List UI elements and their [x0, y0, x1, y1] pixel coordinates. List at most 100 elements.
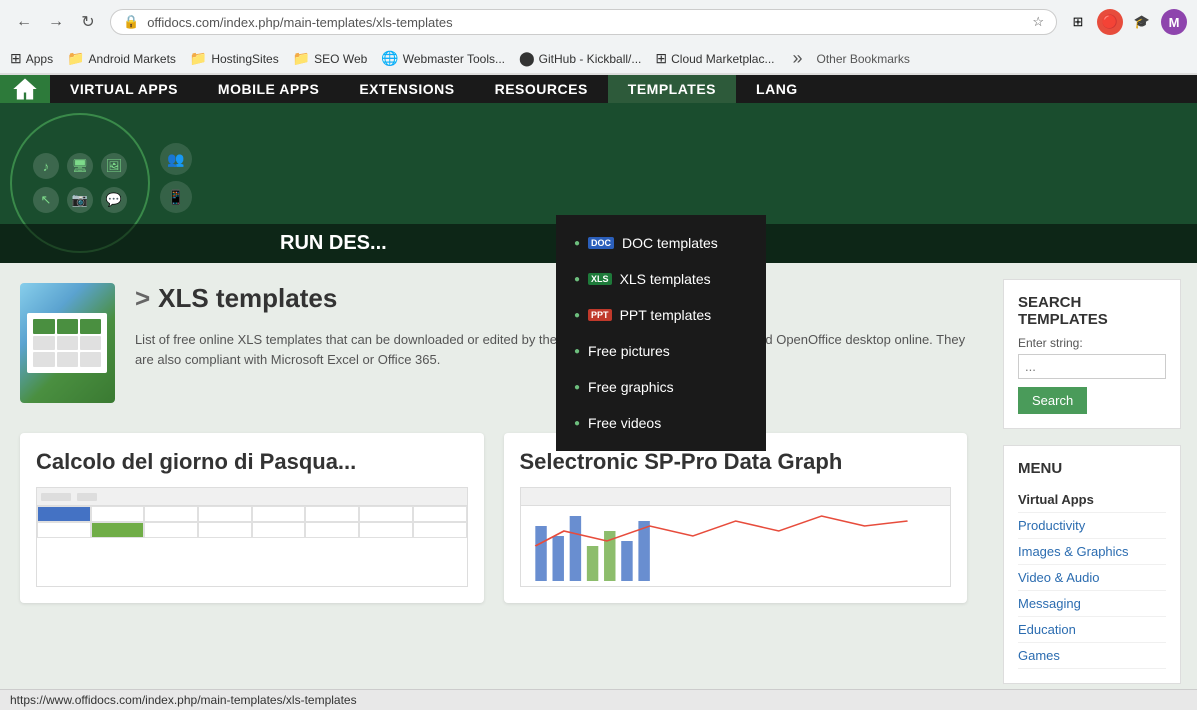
menu-title: MENU [1018, 460, 1166, 477]
bookmark-hosting[interactable]: 📁 HostingSites [190, 50, 279, 67]
bookmark-cloud-label: Cloud Marketplac... [671, 52, 774, 66]
extension-grid-icon[interactable]: ⊞ [1065, 9, 1091, 35]
cell-h3 [80, 319, 101, 334]
sp-cell [359, 506, 413, 522]
cell-6 [80, 352, 101, 367]
sp-cell [305, 506, 359, 522]
search-button[interactable]: Search [1018, 387, 1087, 414]
card-selectronic-thumbnail [520, 487, 952, 587]
apps-grid-icon: ⊞ [10, 50, 22, 67]
folder-icon-seo: 📁 [293, 50, 310, 67]
refresh-button[interactable]: ↻ [74, 8, 102, 36]
more-bookmarks-button[interactable]: » [793, 48, 803, 69]
dot-icon-xls: ● [574, 274, 580, 285]
search-enter-label: Enter string: [1018, 336, 1166, 350]
dropdown-videos-label: Free videos [588, 415, 661, 431]
bookmark-webmaster[interactable]: 🌐 Webmaster Tools... [381, 50, 505, 67]
dropdown-ppt-templates[interactable]: ● PPT PPT templates [556, 297, 766, 333]
hero-icon-cursor: ↖ [33, 187, 59, 213]
card-calcolo[interactable]: Calcolo del giorno di Pasqua... [20, 433, 484, 603]
sp-cells-1 [37, 506, 467, 586]
sp-cell [359, 522, 413, 538]
profile-icon[interactable]: M [1161, 9, 1187, 35]
extension-badge-icon[interactable]: 🔴 [1097, 9, 1123, 35]
sp-cell [252, 522, 306, 538]
dropdown-free-videos[interactable]: ● Free videos [556, 405, 766, 441]
bookmark-seo-label: SEO Web [314, 52, 367, 66]
cell-3 [80, 336, 101, 351]
sidebar-item-education[interactable]: Education [1018, 617, 1166, 643]
forward-button[interactable]: → [42, 8, 70, 36]
dropdown-free-graphics[interactable]: ● Free graphics [556, 369, 766, 405]
bookmark-github[interactable]: ⬤ GitHub - Kickball/... [519, 50, 641, 67]
sidebar-item-virtual-apps[interactable]: Virtual Apps [1018, 487, 1166, 513]
browser-toolbar: ← → ↻ 🔒 offidocs.com/index.php/main-temp… [0, 0, 1197, 44]
card-selectronic[interactable]: Selectronic SP-Pro Data Graph [504, 433, 968, 603]
bookmark-github-label: GitHub - Kickball/... [539, 52, 642, 66]
search-templates-title: SEARCH TEMPLATES [1018, 294, 1166, 328]
sp-cell [91, 506, 145, 522]
dot-icon-graphics: ● [574, 382, 580, 393]
cell-h1 [33, 319, 54, 334]
extension-hat-icon[interactable]: 🎓 [1129, 9, 1155, 35]
sidebar-item-productivity[interactable]: Productivity [1018, 513, 1166, 539]
cell-h2 [57, 319, 78, 334]
bookmark-seo[interactable]: 📁 SEO Web [293, 50, 368, 67]
sidebar-item-video-audio[interactable]: Video & Audio [1018, 565, 1166, 591]
dropdown-graphics-label: Free graphics [588, 379, 674, 395]
sp-toolbar-btn2 [77, 493, 97, 501]
sidebar-item-images-graphics[interactable]: Images & Graphics [1018, 539, 1166, 565]
sp-cell [252, 506, 306, 522]
sp-toolbar-2 [521, 488, 951, 506]
nav-lang[interactable]: LANG [736, 75, 818, 103]
hero-icons-grid: ♪ 🖥 🖼 ↖ 📷 💬 [33, 153, 127, 213]
sidebar-item-messaging[interactable]: Messaging [1018, 591, 1166, 617]
bookmark-hosting-label: HostingSites [211, 52, 278, 66]
nav-mobile-apps[interactable]: MOBILE APPS [198, 75, 339, 103]
page-header-area: XLS templates List of free online XLS te… [20, 283, 967, 423]
nav-resources[interactable]: RESOURCES [475, 75, 608, 103]
other-bookmarks-label[interactable]: Other Bookmarks [817, 52, 910, 66]
sp-cell-blue [37, 506, 91, 522]
templates-dropdown: ● DOC DOC templates ● XLS XLS templates … [556, 215, 766, 451]
bookmark-apps[interactable]: ⊞ Apps [10, 50, 53, 67]
dot-icon: ● [574, 238, 580, 249]
page-title: XLS templates [135, 283, 967, 314]
sp-cell [144, 522, 198, 538]
nav-virtual-apps[interactable]: VIRTUAL APPS [50, 75, 198, 103]
dropdown-xls-templates[interactable]: ● XLS XLS templates [556, 261, 766, 297]
card-grid: Calcolo del giorno di Pasqua... [20, 433, 967, 603]
nav-buttons: ← → ↻ [10, 8, 102, 36]
home-button[interactable] [0, 75, 50, 103]
sp-cell-green [91, 522, 145, 538]
xls-file-icon [20, 283, 115, 403]
dot-icon-videos: ● [574, 418, 580, 429]
bookmark-apps-label: Apps [26, 52, 53, 66]
sp-cell [198, 506, 252, 522]
hero-icon-chat: 💬 [101, 187, 127, 213]
back-button[interactable]: ← [10, 8, 38, 36]
bookmark-android[interactable]: 📁 Android Markets [67, 50, 176, 67]
dropdown-free-pictures[interactable]: ● Free pictures [556, 333, 766, 369]
url-text[interactable]: offidocs.com/index.php/main-templates/xl… [147, 15, 1024, 30]
hero-icon-camera: 📷 [67, 187, 93, 213]
doc-tag: DOC [588, 237, 614, 249]
dropdown-doc-label: DOC templates [622, 235, 718, 251]
nav-templates[interactable]: TEMPLATES [608, 75, 736, 103]
nav-extensions[interactable]: EXTENSIONS [339, 75, 474, 103]
bookmark-cloud[interactable]: ⊞ Cloud Marketplac... [655, 50, 774, 67]
sidebar-item-games[interactable]: Games [1018, 643, 1166, 669]
hero-icon-monitor: 🖥 [67, 153, 93, 179]
dropdown-pictures-label: Free pictures [588, 343, 670, 359]
dropdown-doc-templates[interactable]: ● DOC DOC templates [556, 225, 766, 261]
address-bar[interactable]: 🔒 offidocs.com/index.php/main-templates/… [110, 9, 1057, 35]
bookmark-star-icon[interactable]: ☆ [1032, 14, 1044, 30]
card-selectronic-title: Selectronic SP-Pro Data Graph [520, 449, 952, 475]
chart-area [521, 506, 951, 586]
globe-icon: 🌐 [381, 50, 398, 67]
spreadsheet-preview-1 [37, 488, 467, 586]
sp-toolbar-btn [41, 493, 71, 501]
search-input[interactable] [1018, 354, 1166, 379]
hero-icon-music: ♪ [33, 153, 59, 179]
main-nav: VIRTUAL APPS MOBILE APPS EXTENSIONS RESO… [50, 75, 818, 103]
